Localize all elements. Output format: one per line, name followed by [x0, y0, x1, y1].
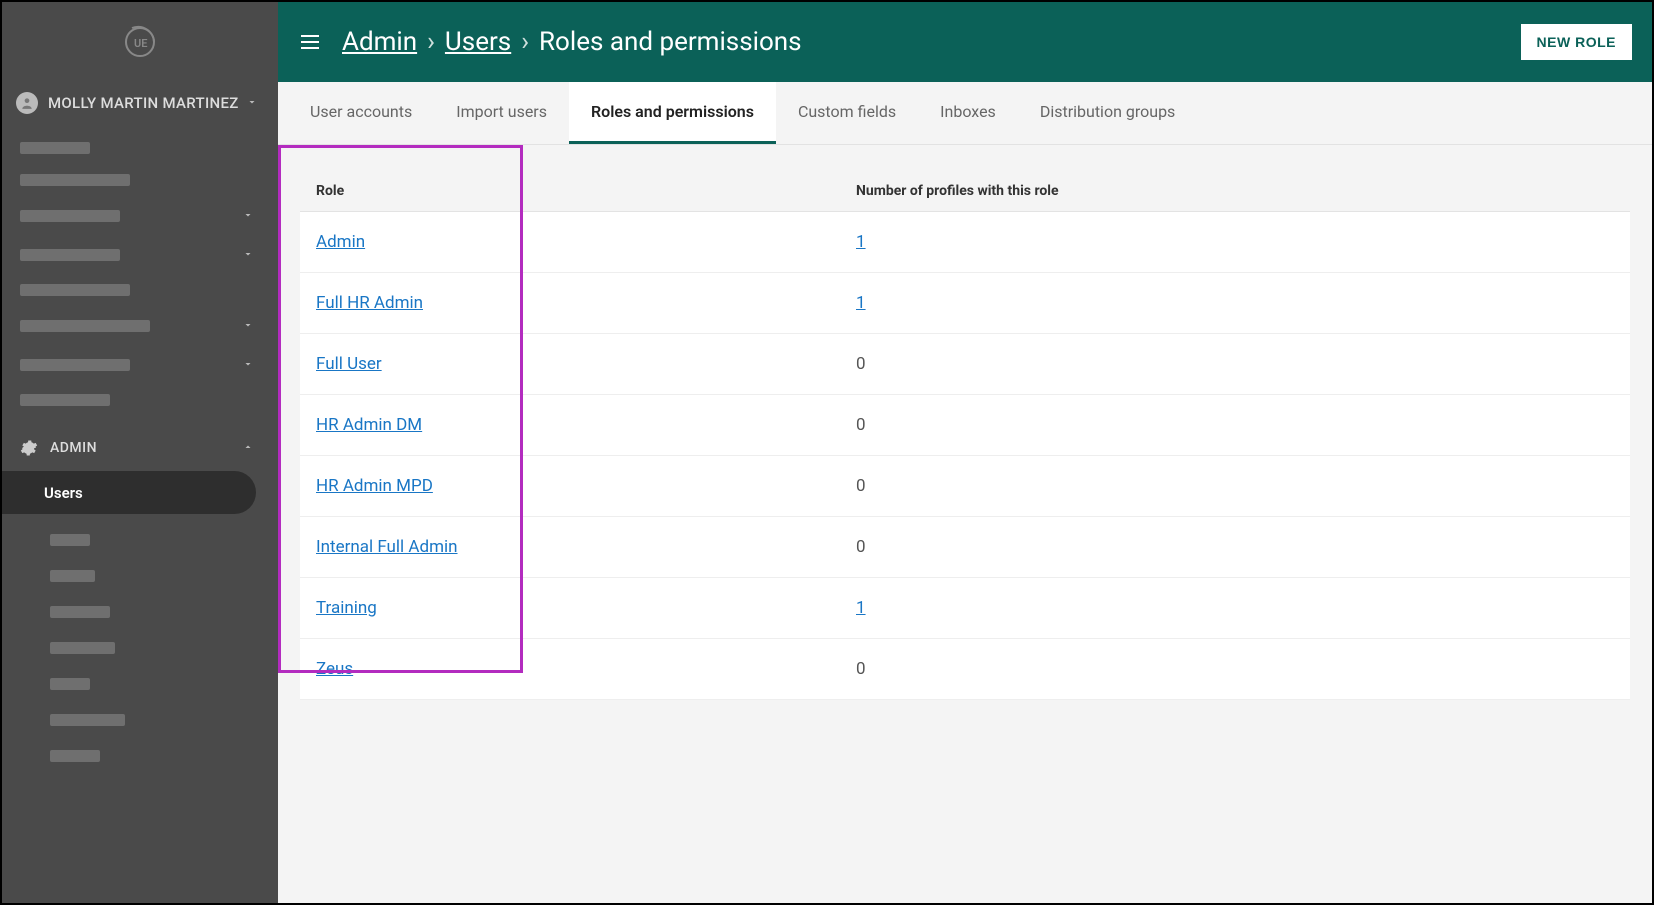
svg-text:UE: UE [134, 37, 147, 50]
top-bar: Admin › Users › Roles and permissions NE… [278, 2, 1652, 82]
table-row: Zeus 0 [300, 639, 1630, 700]
nav-placeholder-group [2, 124, 278, 424]
chevron-down-icon [242, 245, 260, 264]
chevron-down-icon [242, 316, 260, 335]
tab-distribution-groups[interactable]: Distribution groups [1018, 82, 1198, 144]
role-link[interactable]: HR Admin DM [316, 415, 422, 435]
count-value: 0 [856, 415, 866, 435]
col-header-count: Number of profiles with this role [840, 171, 1630, 212]
breadcrumb-admin[interactable]: Admin [342, 27, 417, 57]
sidebar-item-placeholder[interactable] [2, 164, 278, 196]
app-logo: UE [2, 2, 278, 82]
sidebar-subitem-placeholder[interactable] [50, 594, 278, 630]
role-link[interactable]: Full User [316, 354, 382, 374]
sidebar-subitem-placeholder[interactable] [50, 702, 278, 738]
tab-import-users[interactable]: Import users [434, 82, 569, 144]
breadcrumb-current: Roles and permissions [539, 27, 802, 57]
sidebar: UE MOLLY MARTIN MARTINEZ ADMIN Users [2, 2, 278, 903]
gear-icon [20, 439, 38, 457]
new-role-button[interactable]: NEW ROLE [1521, 24, 1632, 60]
sidebar-item-users[interactable]: Users [2, 471, 256, 514]
sidebar-item-placeholder[interactable] [2, 345, 278, 384]
chevron-up-icon [242, 438, 260, 457]
sidebar-subitem-placeholder[interactable] [50, 630, 278, 666]
content-area: Role Number of profiles with this role A… [278, 145, 1652, 726]
table-row: Internal Full Admin 0 [300, 517, 1630, 578]
user-name-label: MOLLY MARTIN MARTINEZ [48, 94, 246, 112]
role-link[interactable]: Full HR Admin [316, 293, 423, 313]
tabs-bar: User accountsImport usersRoles and permi… [278, 82, 1652, 145]
table-row: Training 1 [300, 578, 1630, 639]
breadcrumb-users[interactable]: Users [445, 27, 511, 57]
main-content: Admin › Users › Roles and permissions NE… [278, 2, 1652, 903]
sidebar-section-admin[interactable]: ADMIN [2, 424, 278, 471]
role-link[interactable]: Training [316, 598, 377, 618]
sidebar-item-placeholder[interactable] [2, 384, 278, 416]
tab-roles-and-permissions[interactable]: Roles and permissions [569, 82, 776, 144]
breadcrumb: Admin › Users › Roles and permissions [342, 27, 1521, 57]
count-link[interactable]: 1 [856, 598, 866, 618]
tab-user-accounts[interactable]: User accounts [288, 82, 434, 144]
role-link[interactable]: HR Admin MPD [316, 476, 433, 496]
sidebar-item-placeholder[interactable] [2, 132, 278, 164]
col-header-role: Role [300, 171, 840, 212]
role-link[interactable]: Zeus [316, 659, 353, 679]
sidebar-item-placeholder[interactable] [2, 274, 278, 306]
role-link[interactable]: Internal Full Admin [316, 537, 458, 557]
chevron-down-icon [246, 94, 264, 112]
count-value: 0 [856, 476, 866, 496]
table-row: HR Admin MPD 0 [300, 456, 1630, 517]
admin-section-label: ADMIN [50, 440, 242, 456]
tab-custom-fields[interactable]: Custom fields [776, 82, 918, 144]
role-link[interactable]: Admin [316, 232, 365, 252]
roles-table: Role Number of profiles with this role A… [300, 171, 1630, 700]
table-row: Full HR Admin 1 [300, 273, 1630, 334]
sidebar-item-placeholder[interactable] [2, 235, 278, 274]
sidebar-item-users-label: Users [44, 484, 83, 502]
menu-icon[interactable] [298, 30, 322, 54]
user-menu[interactable]: MOLLY MARTIN MARTINEZ [2, 82, 278, 124]
count-link[interactable]: 1 [856, 232, 866, 252]
tab-inboxes[interactable]: Inboxes [918, 82, 1018, 144]
count-value: 0 [856, 537, 866, 557]
admin-sub-placeholder-group [2, 514, 278, 774]
breadcrumb-separator: › [427, 27, 435, 57]
sidebar-subitem-placeholder[interactable] [50, 666, 278, 702]
sidebar-subitem-placeholder[interactable] [50, 558, 278, 594]
sidebar-item-placeholder[interactable] [2, 196, 278, 235]
table-row: Full User 0 [300, 334, 1630, 395]
sidebar-subitem-placeholder[interactable] [50, 738, 278, 774]
table-row: HR Admin DM 0 [300, 395, 1630, 456]
count-value: 0 [856, 354, 866, 374]
chevron-down-icon [242, 206, 260, 225]
breadcrumb-separator: › [521, 27, 529, 57]
table-row: Admin 1 [300, 212, 1630, 273]
sidebar-subitem-placeholder[interactable] [50, 522, 278, 558]
count-value: 0 [856, 659, 866, 679]
sidebar-item-placeholder[interactable] [2, 306, 278, 345]
avatar-icon [16, 92, 38, 114]
chevron-down-icon [242, 355, 260, 374]
count-link[interactable]: 1 [856, 293, 866, 313]
